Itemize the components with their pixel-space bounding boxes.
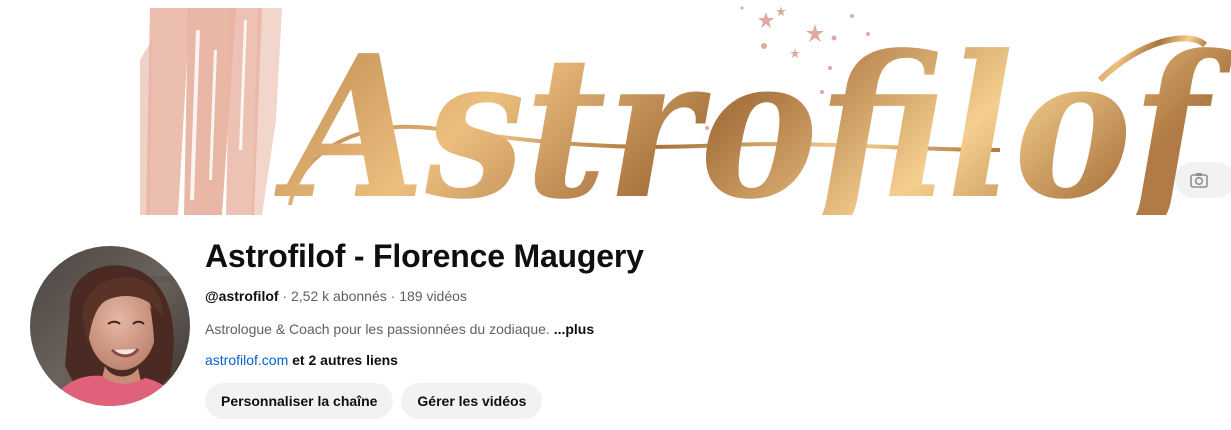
- channel-meta: @astrofilof · 2,52 k abonnés · 189 vidéo…: [205, 286, 644, 306]
- video-count: 189 vidéos: [399, 288, 467, 304]
- banner-art: Astrofilof: [140, 6, 1231, 215]
- channel-handle: @astrofilof: [205, 288, 279, 304]
- channel-description[interactable]: Astrologue & Coach pour les passionnées …: [205, 319, 644, 339]
- channel-info: Astrofilof - Florence Maugery @astrofilo…: [205, 234, 644, 419]
- banner-edit-button[interactable]: [1175, 162, 1231, 198]
- description-text: Astrologue & Coach pour les passionnées …: [205, 321, 550, 337]
- manage-videos-button[interactable]: Gérer les vidéos: [401, 383, 543, 419]
- channel-links: astrofilof.com et 2 autres liens: [205, 350, 644, 370]
- channel-name: Astrofilof - Florence Maugery: [205, 238, 644, 274]
- banner-wordmark: Astrofilof: [274, 13, 1231, 215]
- website-link[interactable]: astrofilof.com: [205, 352, 288, 368]
- channel-banner: Astrofilof: [0, 0, 1231, 215]
- subscriber-count: 2,52 k abonnés: [291, 288, 387, 304]
- camera-icon: [1190, 173, 1208, 188]
- brush-strokes: [140, 8, 282, 215]
- other-links-link[interactable]: et 2 autres liens: [292, 352, 398, 368]
- avatar-photo: [30, 246, 190, 406]
- channel-avatar[interactable]: [30, 246, 190, 406]
- channel-actions: Personnaliser la chaîne Gérer les vidéos: [205, 383, 644, 419]
- customize-channel-button[interactable]: Personnaliser la chaîne: [205, 383, 394, 419]
- more-link[interactable]: ...plus: [554, 321, 594, 337]
- meta-separator: ·: [278, 288, 291, 304]
- meta-separator: ·: [386, 288, 400, 304]
